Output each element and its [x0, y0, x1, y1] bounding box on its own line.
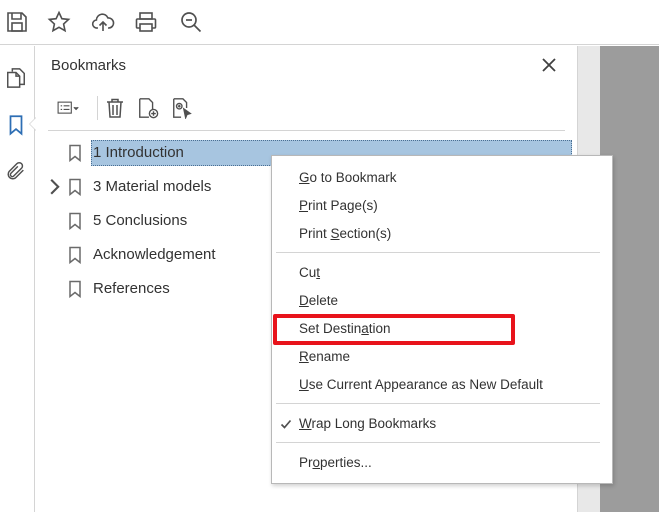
- pages-icon[interactable]: [3, 65, 29, 91]
- chevron-right-icon[interactable]: [47, 179, 61, 195]
- options-icon[interactable]: [50, 95, 86, 121]
- menu-separator: [276, 442, 600, 443]
- bookmark-label: 5 Conclusions: [93, 212, 188, 229]
- bookmark-item-icon: [67, 280, 83, 299]
- menu-item-print-sections[interactable]: Print Section(s): [299, 224, 391, 244]
- bookmark-label: 3 Material models: [93, 178, 212, 195]
- star-icon[interactable]: [46, 9, 72, 35]
- menu-item-rename[interactable]: Rename: [299, 347, 350, 367]
- attachment-icon[interactable]: [3, 158, 29, 184]
- print-icon[interactable]: [133, 9, 159, 35]
- cloud-upload-icon[interactable]: [90, 9, 116, 35]
- menu-item-wrap-long-bookmarks[interactable]: Wrap Long Bookmarks: [299, 414, 436, 434]
- bookmark-icon[interactable]: [3, 112, 29, 138]
- menu-item-cut[interactable]: Cut: [299, 263, 320, 283]
- new-bookmark-from-structure-icon[interactable]: [169, 95, 195, 121]
- menu-item-use-current-appearance[interactable]: Use Current Appearance as New Default: [299, 375, 543, 395]
- panel-divider: [48, 130, 565, 131]
- bookmark-item-icon: [67, 144, 83, 163]
- highlight-annotation-box: [273, 314, 515, 345]
- bookmark-item-icon: [67, 178, 83, 197]
- delete-icon[interactable]: [103, 95, 127, 121]
- checkmark-icon: [280, 414, 292, 434]
- zoom-search-icon[interactable]: [178, 9, 204, 35]
- menu-separator: [276, 252, 600, 253]
- menu-item-print-pages[interactable]: Print Page(s): [299, 196, 378, 216]
- menu-item-delete[interactable]: Delete: [299, 291, 338, 311]
- bookmark-label: 1 Introduction: [93, 144, 184, 161]
- save-icon[interactable]: [4, 9, 30, 35]
- new-bookmark-icon[interactable]: [135, 95, 161, 121]
- bookmark-label: References: [93, 280, 170, 297]
- top-toolbar: [0, 0, 659, 45]
- menu-separator: [276, 403, 600, 404]
- bookmark-item-icon: [67, 212, 83, 231]
- menu-item-go-to-bookmark[interactable]: Go to Bookmark: [299, 168, 397, 188]
- left-navigation-rail: [0, 46, 35, 512]
- panel-title: Bookmarks: [51, 57, 127, 74]
- close-icon[interactable]: [540, 56, 558, 74]
- menu-item-properties[interactable]: Properties...: [299, 453, 372, 473]
- bookmark-label: Acknowledgement: [93, 246, 216, 263]
- toolbar-separator: [97, 96, 98, 120]
- bookmark-item-icon: [67, 246, 83, 265]
